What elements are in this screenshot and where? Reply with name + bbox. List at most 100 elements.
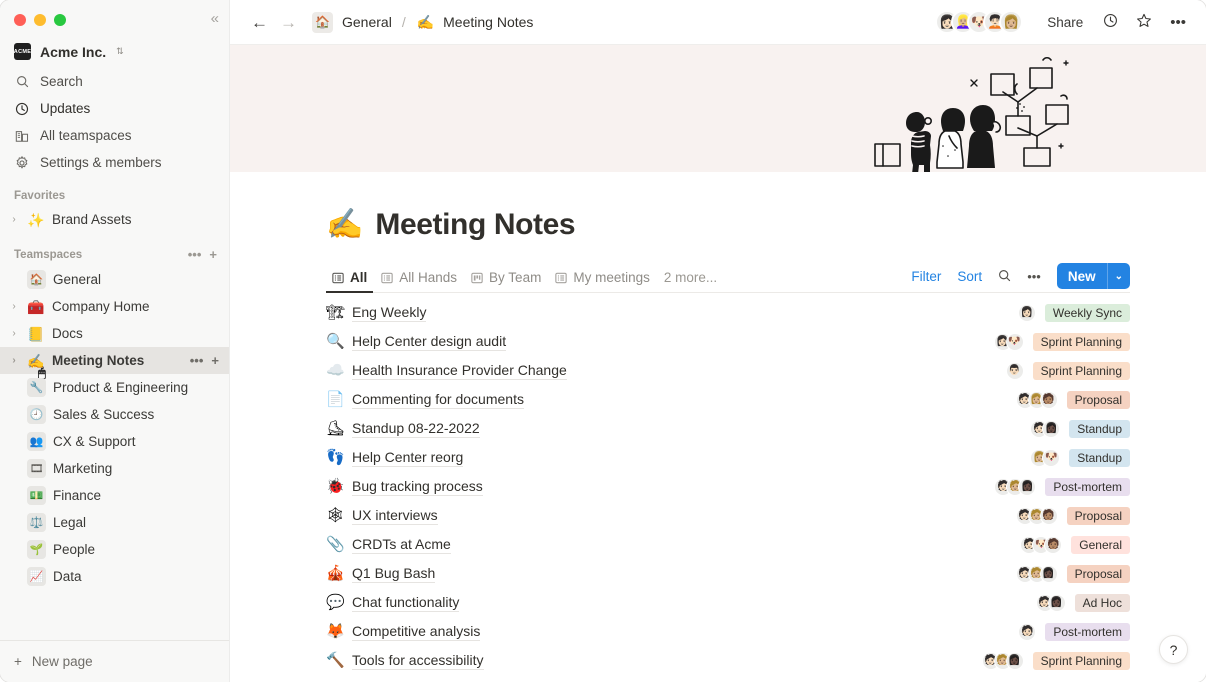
chevron-down-icon[interactable]: ⌄: [1106, 263, 1130, 289]
avatar[interactable]: 👩🏼: [999, 10, 1024, 34]
row-title[interactable]: Health Insurance Provider Change: [352, 362, 567, 380]
list-item[interactable]: 👣 Help Center reorg 👩🏼 🐶 Standup: [326, 443, 1130, 472]
row-avatars[interactable]: 👨🏻: [1005, 361, 1024, 380]
row-avatars[interactable]: 🧑🏻 🐶 🧑🏽: [1020, 535, 1063, 554]
minimize-window-button[interactable]: [34, 14, 46, 26]
status-badge[interactable]: Post-mortem: [1045, 477, 1130, 496]
list-item[interactable]: 🦊 Competitive analysis 🧑🏻 Post-mortem: [326, 617, 1130, 646]
row-avatars[interactable]: 🧑🏻 👩🏼 🧑🏽: [1015, 390, 1058, 409]
row-avatars[interactable]: 🧑🏻: [1018, 622, 1037, 641]
tab-all-hands[interactable]: All Hands: [375, 270, 463, 292]
list-item[interactable]: 📎 CRDTs at Acme 🧑🏻 🐶 🧑🏽 General: [326, 530, 1130, 559]
topbar-more-icon[interactable]: •••: [1164, 12, 1192, 33]
status-badge[interactable]: Post-mortem: [1045, 622, 1130, 641]
page-emoji-icon[interactable]: ✍️: [326, 210, 363, 240]
row-title[interactable]: Help Center design audit: [352, 333, 507, 351]
row-title[interactable]: Help Center reorg: [352, 449, 464, 467]
sidebar-item-company-home[interactable]: › 🧰 Company Home: [0, 293, 229, 320]
new-button[interactable]: New ⌄: [1056, 263, 1130, 289]
teamspaces-add-icon[interactable]: +: [209, 247, 217, 262]
row-title[interactable]: CRDTs at Acme: [352, 536, 451, 554]
collapse-sidebar-icon[interactable]: «: [211, 11, 219, 26]
sidebar-item-cx-support[interactable]: ›👥CX & Support: [0, 428, 229, 455]
chevron-right-icon[interactable]: ›: [8, 214, 20, 225]
row-avatars[interactable]: 👩🏼 🐶: [1030, 448, 1061, 467]
list-item[interactable]: 🎪 Q1 Bug Bash 🧑🏻 🧑🏼 👩🏿 Proposal: [326, 559, 1130, 588]
row-title[interactable]: Eng Weekly: [352, 304, 427, 322]
tab-by-team[interactable]: By Team: [465, 270, 547, 292]
sidebar-item-sales-success[interactable]: ›🕘Sales & Success: [0, 401, 229, 428]
list-item[interactable]: 🏗 Eng Weekly 👩🏻 Weekly Sync: [326, 298, 1130, 327]
search-icon[interactable]: [992, 266, 1017, 287]
sidebar-item-data[interactable]: ›📈Data: [0, 563, 229, 590]
list-item[interactable]: 🔨 Tools for accessibility 🧑🏻 🧑🏼 👩🏿 Sprint Pla…: [326, 646, 1130, 675]
tab-all[interactable]: All: [326, 270, 374, 293]
sidebar-item-finance[interactable]: ›💵Finance: [0, 482, 229, 509]
row-avatars[interactable]: 👩🏻: [1017, 303, 1036, 322]
row-avatars[interactable]: 🧑🏻 🧑🏼 👩🏿: [994, 477, 1037, 496]
sidebar-item-updates[interactable]: Updates: [0, 95, 229, 122]
sidebar-item-general[interactable]: ›🏠General: [0, 266, 229, 293]
share-button[interactable]: Share: [1039, 11, 1091, 34]
chevron-right-icon[interactable]: ›: [8, 301, 20, 312]
chevron-right-icon[interactable]: ›: [8, 355, 20, 366]
status-badge[interactable]: General: [1071, 535, 1130, 554]
row-avatars[interactable]: 👩🏻 🐶: [993, 332, 1024, 351]
row-title[interactable]: Competitive analysis: [352, 623, 481, 641]
row-avatars[interactable]: 🧑🏻 🧑🏼 🧑🏽: [1015, 506, 1058, 525]
row-title[interactable]: Chat functionality: [352, 594, 460, 612]
collaborator-avatars[interactable]: 👩🏻 👱🏼‍♀️ 🐶 🧑🏻‍🦱 👩🏼: [935, 10, 1024, 34]
close-window-button[interactable]: [14, 14, 26, 26]
filter-button[interactable]: Filter: [905, 266, 947, 287]
chevron-right-icon[interactable]: ›: [8, 328, 20, 339]
row-title[interactable]: Tools for accessibility: [352, 652, 484, 670]
row-title[interactable]: Bug tracking process: [352, 478, 483, 496]
sidebar-item-docs[interactable]: › 📒 Docs: [0, 320, 229, 347]
breadcrumb-home-icon[interactable]: 🏠: [312, 11, 333, 33]
view-more-icon[interactable]: •••: [1021, 267, 1047, 286]
list-item[interactable]: ☁️ Health Insurance Provider Change 👨🏻 Spri…: [326, 356, 1130, 385]
page-title[interactable]: Meeting Notes: [375, 208, 575, 242]
sidebar-item-people[interactable]: ›🌱People: [0, 536, 229, 563]
list-item[interactable]: 💬 Chat functionality 🧑🏻 👩🏿 Ad Hoc: [326, 588, 1130, 617]
maximize-window-button[interactable]: [54, 14, 66, 26]
status-badge[interactable]: Standup: [1069, 419, 1130, 438]
list-item[interactable]: 📄 Commenting for documents 🧑🏻 👩🏼 🧑🏽 Proposal: [326, 385, 1130, 414]
status-badge[interactable]: Proposal: [1066, 506, 1130, 525]
sidebar-item-legal[interactable]: ›⚖️Legal: [0, 509, 229, 536]
status-badge[interactable]: Sprint Planning: [1032, 332, 1130, 351]
teamspace-row-more-icon[interactable]: •••: [190, 353, 204, 368]
status-badge[interactable]: Proposal: [1066, 390, 1130, 409]
history-icon[interactable]: [1097, 10, 1124, 34]
row-title[interactable]: UX interviews: [352, 507, 438, 525]
tabs-more-button[interactable]: 2 more...: [658, 270, 723, 292]
tab-my-meetings[interactable]: My meetings: [549, 270, 656, 292]
status-badge[interactable]: Ad Hoc: [1074, 593, 1130, 612]
teamspace-row-add-icon[interactable]: +: [211, 353, 219, 368]
sidebar-item-marketing[interactable]: ›🎞Marketing: [0, 455, 229, 482]
new-page-button[interactable]: + New page: [0, 640, 229, 682]
status-badge[interactable]: Weekly Sync: [1044, 303, 1130, 322]
breadcrumb-item-meeting-notes[interactable]: Meeting Notes: [440, 12, 536, 32]
status-badge[interactable]: Sprint Planning: [1032, 651, 1130, 670]
help-button[interactable]: ?: [1159, 635, 1188, 664]
workspace-switcher[interactable]: ACME Acme Inc. ⇅: [0, 40, 229, 68]
list-item[interactable]: 🐞 Bug tracking process 🧑🏻 🧑🏼 👩🏿 Post-mortem: [326, 472, 1130, 501]
sidebar-item-brand-assets[interactable]: › ✨ Brand Assets: [0, 206, 229, 233]
back-button[interactable]: ←: [248, 14, 271, 31]
row-title[interactable]: Commenting for documents: [352, 391, 524, 409]
status-badge[interactable]: Proposal: [1066, 564, 1130, 583]
favorite-star-icon[interactable]: [1130, 10, 1158, 35]
status-badge[interactable]: Standup: [1069, 448, 1130, 467]
list-item[interactable]: ⛸ Standup 08-22-2022 🧑🏻 👩🏿 Standup: [326, 414, 1130, 443]
row-avatars[interactable]: 🧑🏻 🧑🏼 👩🏿: [1015, 564, 1058, 583]
sidebar-item-settings-members[interactable]: Settings & members: [0, 149, 229, 176]
row-avatars[interactable]: 🧑🏻 👩🏿: [1035, 593, 1066, 612]
list-item[interactable]: 🔍 Help Center design audit 👩🏻 🐶 Sprint Plann…: [326, 327, 1130, 356]
sort-button[interactable]: Sort: [951, 266, 988, 287]
sidebar-item-meeting-notes[interactable]: › ✍️ Meeting Notes ••• + 🖱: [0, 347, 229, 380]
list-item[interactable]: 🕸 UX interviews 🧑🏻 🧑🏼 🧑🏽 Proposal: [326, 501, 1130, 530]
row-avatars[interactable]: 🧑🏻 🧑🏼 👩🏿: [981, 651, 1024, 670]
sidebar-item-all-teamspaces[interactable]: All teamspaces: [0, 122, 229, 149]
sidebar-item-search[interactable]: Search: [0, 68, 229, 95]
